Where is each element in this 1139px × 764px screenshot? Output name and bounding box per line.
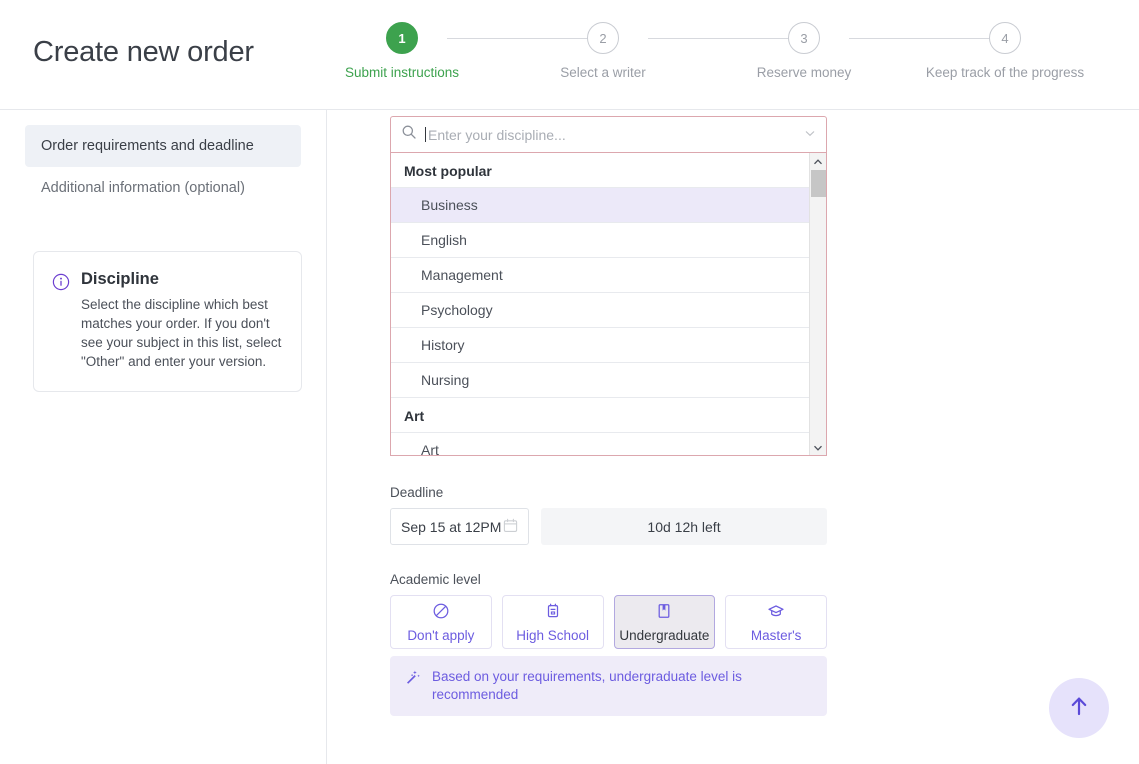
- option-english[interactable]: English: [391, 223, 826, 258]
- deadline-date-picker[interactable]: Sep 15 at 12PM: [390, 508, 529, 545]
- option-group-art: Art: [391, 398, 826, 433]
- page-body: Order requirements and deadline Addition…: [0, 110, 1139, 764]
- academic-level-section: Academic level Don't apply High School U…: [390, 572, 827, 649]
- step-3-label: Reserve money: [756, 65, 852, 80]
- option-label: Management: [421, 267, 503, 283]
- academic-level-label-item: Don't apply: [407, 627, 475, 643]
- deadline-time-left-badge: 10d 12h left: [541, 508, 827, 545]
- page-header: Create new order 1 Submit instructions 2…: [0, 0, 1139, 110]
- option-art[interactable]: Art: [391, 433, 826, 456]
- step-1-submit-instructions[interactable]: 1 Submit instructions: [302, 22, 502, 80]
- step-4-number: 4: [989, 22, 1021, 54]
- info-card-title: Discipline: [81, 270, 159, 288]
- page-title: Create new order: [33, 36, 254, 68]
- info-circle-icon: [52, 273, 70, 371]
- step-1-number: 1: [386, 22, 418, 54]
- deadline-date-value: Sep 15 at 12PM: [401, 518, 502, 535]
- option-group-label: Most popular: [404, 163, 492, 179]
- chevron-down-icon[interactable]: [804, 126, 816, 144]
- magic-wand-icon: [404, 669, 422, 692]
- discipline-info-card: Discipline Select the discipline which b…: [33, 251, 302, 392]
- step-2-select-a-writer[interactable]: 2 Select a writer: [503, 22, 703, 80]
- deadline-label: Deadline: [390, 485, 444, 500]
- sidebar-item-order-requirements[interactable]: Order requirements and deadline: [25, 125, 301, 167]
- recommendation-text: Based on your requirements, undergraduat…: [432, 669, 742, 702]
- option-nursing[interactable]: Nursing: [391, 363, 826, 398]
- graduation-cap-icon: [767, 602, 785, 625]
- sidebar: Order requirements and deadline Addition…: [0, 110, 327, 764]
- academic-level-masters[interactable]: Master's: [725, 595, 827, 649]
- discipline-options-list[interactable]: Most popular Business English Management…: [390, 153, 827, 456]
- option-business[interactable]: Business: [391, 188, 826, 223]
- arrow-up-icon: [1068, 694, 1090, 723]
- option-label: History: [421, 337, 465, 353]
- option-label: English: [421, 232, 467, 248]
- level-recommendation-banner: Based on your requirements, undergraduat…: [390, 656, 827, 716]
- option-label: Business: [421, 197, 478, 213]
- step-4-keep-track[interactable]: 4 Keep track of the progress: [905, 22, 1105, 80]
- step-4-label: Keep track of the progress: [925, 65, 1085, 80]
- step-2-number: 2: [587, 22, 619, 54]
- academic-level-label-item: Master's: [750, 627, 802, 643]
- step-1-label: Submit instructions: [344, 65, 460, 80]
- option-psychology[interactable]: Psychology: [391, 293, 826, 328]
- discipline-search-input[interactable]: Enter your discipline...: [428, 127, 804, 143]
- academic-level-label-item: High School: [516, 627, 590, 643]
- step-3-number: 3: [788, 22, 820, 54]
- search-icon: [401, 124, 417, 145]
- book-bookmark-icon: [655, 602, 673, 625]
- progress-stepper: 1 Submit instructions 2 Select a writer …: [330, 22, 1090, 92]
- scroll-to-top-button[interactable]: [1049, 678, 1109, 738]
- sidebar-item-label: Order requirements and deadline: [41, 138, 254, 154]
- scrollbar-down-arrow-icon[interactable]: [810, 439, 826, 455]
- option-group-label: Art: [404, 408, 425, 424]
- deadline-time-left-value: 10d 12h left: [647, 518, 721, 535]
- sidebar-item-additional-information[interactable]: Additional information (optional): [25, 167, 301, 209]
- step-2-label: Select a writer: [560, 65, 646, 80]
- discipline-input-wrapper[interactable]: Enter your discipline...: [390, 116, 827, 153]
- option-management[interactable]: Management: [391, 258, 826, 293]
- main-content: Enter your discipline... Most popular Bu…: [327, 110, 1139, 764]
- option-label: Psychology: [421, 302, 493, 318]
- scrollbar-up-arrow-icon[interactable]: [810, 153, 826, 170]
- academic-level-dont-apply[interactable]: Don't apply: [390, 595, 492, 649]
- step-3-reserve-money[interactable]: 3 Reserve money: [704, 22, 904, 80]
- academic-level-label-item: Undergraduate: [619, 627, 710, 643]
- option-group-most-popular: Most popular: [391, 153, 826, 188]
- options-scrollbar[interactable]: [809, 153, 826, 455]
- academic-level-undergraduate[interactable]: Undergraduate: [613, 595, 716, 649]
- deadline-section: Deadline Sep 15 at 12PM 10d 12h left: [390, 485, 827, 545]
- academic-level-label: Academic level: [390, 572, 481, 587]
- sidebar-item-label: Additional information (optional): [41, 180, 245, 196]
- calendar-icon: [503, 518, 518, 536]
- no-entry-icon: [432, 602, 450, 625]
- info-card-text: Select the discipline which best matches…: [81, 297, 282, 369]
- discipline-combobox: Enter your discipline... Most popular Bu…: [390, 116, 827, 456]
- scrollbar-thumb[interactable]: [811, 170, 826, 197]
- text-cursor: [425, 127, 426, 142]
- option-label: Nursing: [421, 372, 470, 388]
- backpack-icon: [544, 602, 562, 625]
- option-label: Art: [421, 442, 439, 456]
- academic-level-high-school[interactable]: High School: [501, 595, 604, 649]
- option-history[interactable]: History: [391, 328, 826, 363]
